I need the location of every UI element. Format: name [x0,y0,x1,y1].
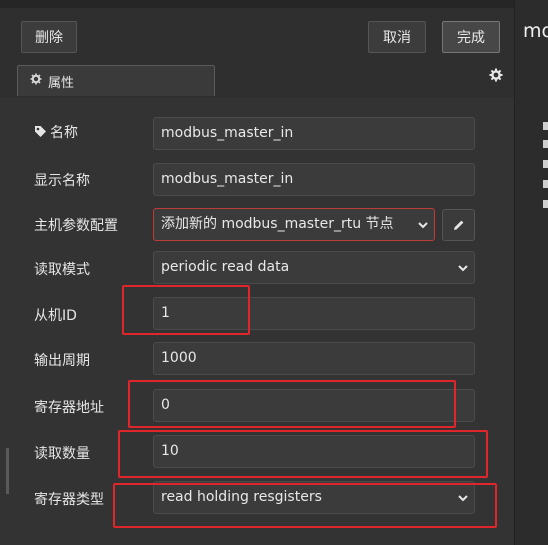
tray-toolbar: 删除 取消 完成 [0,8,514,61]
text-fragment [543,122,548,130]
read-count-label: 读取数量 [34,446,90,462]
text-fragment [543,200,548,208]
host-config-select[interactable]: 添加新的 modbus_master_rtu 节点 [153,208,435,241]
name-label: 名称 [50,125,78,141]
read-mode-label: 读取模式 [34,262,90,278]
delete-button[interactable]: 删除 [21,21,77,53]
slave-id-label: 从机ID [34,308,77,324]
chevron-down-icon [458,265,468,272]
gear-icon [30,73,42,85]
panel-header [0,0,514,8]
highlight-box-register-type [113,483,497,528]
host-config-label: 主机参数配置 [34,218,118,234]
right-panel: modbus [514,0,548,545]
read-mode-select[interactable]: periodic read data [153,251,475,284]
cancel-button[interactable]: 取消 [368,21,426,53]
tag-icon [35,126,46,137]
text-fragment [543,140,548,148]
tab-properties[interactable]: 属性 [17,65,215,96]
register-address-label: 寄存器地址 [34,400,104,416]
right-panel-title: modbus [523,20,548,42]
highlight-box-register-address [128,380,456,428]
chevron-down-icon [418,222,428,229]
name-input[interactable]: modbus_master_in [153,117,475,150]
pencil-icon [454,220,464,230]
register-type-label: 寄存器类型 [34,492,104,508]
done-button[interactable]: 完成 [442,21,500,53]
tab-properties-label: 属性 [48,76,75,91]
highlight-box-read-count [118,430,488,478]
host-config-value: 添加新的 modbus_master_rtu 节点 [161,216,394,232]
text-fragment [543,180,548,188]
edit-host-config-button[interactable] [442,209,475,241]
text-fragment [543,160,548,168]
display-name-input[interactable]: modbus_master_in [153,163,475,196]
gear-icon[interactable] [482,62,510,90]
tab-bar: 属性 [0,60,514,98]
output-period-input[interactable]: 1000 [153,342,475,375]
scrollbar-thumb[interactable] [6,448,9,494]
highlight-box-slave-id [122,285,250,335]
read-mode-value: periodic read data [161,259,290,275]
output-period-label: 输出周期 [34,353,90,369]
display-name-label: 显示名称 [34,173,90,189]
edit-node-panel: 删除 取消 完成 属性 名称 modbus_master_in 显示名称 mod… [0,0,514,545]
